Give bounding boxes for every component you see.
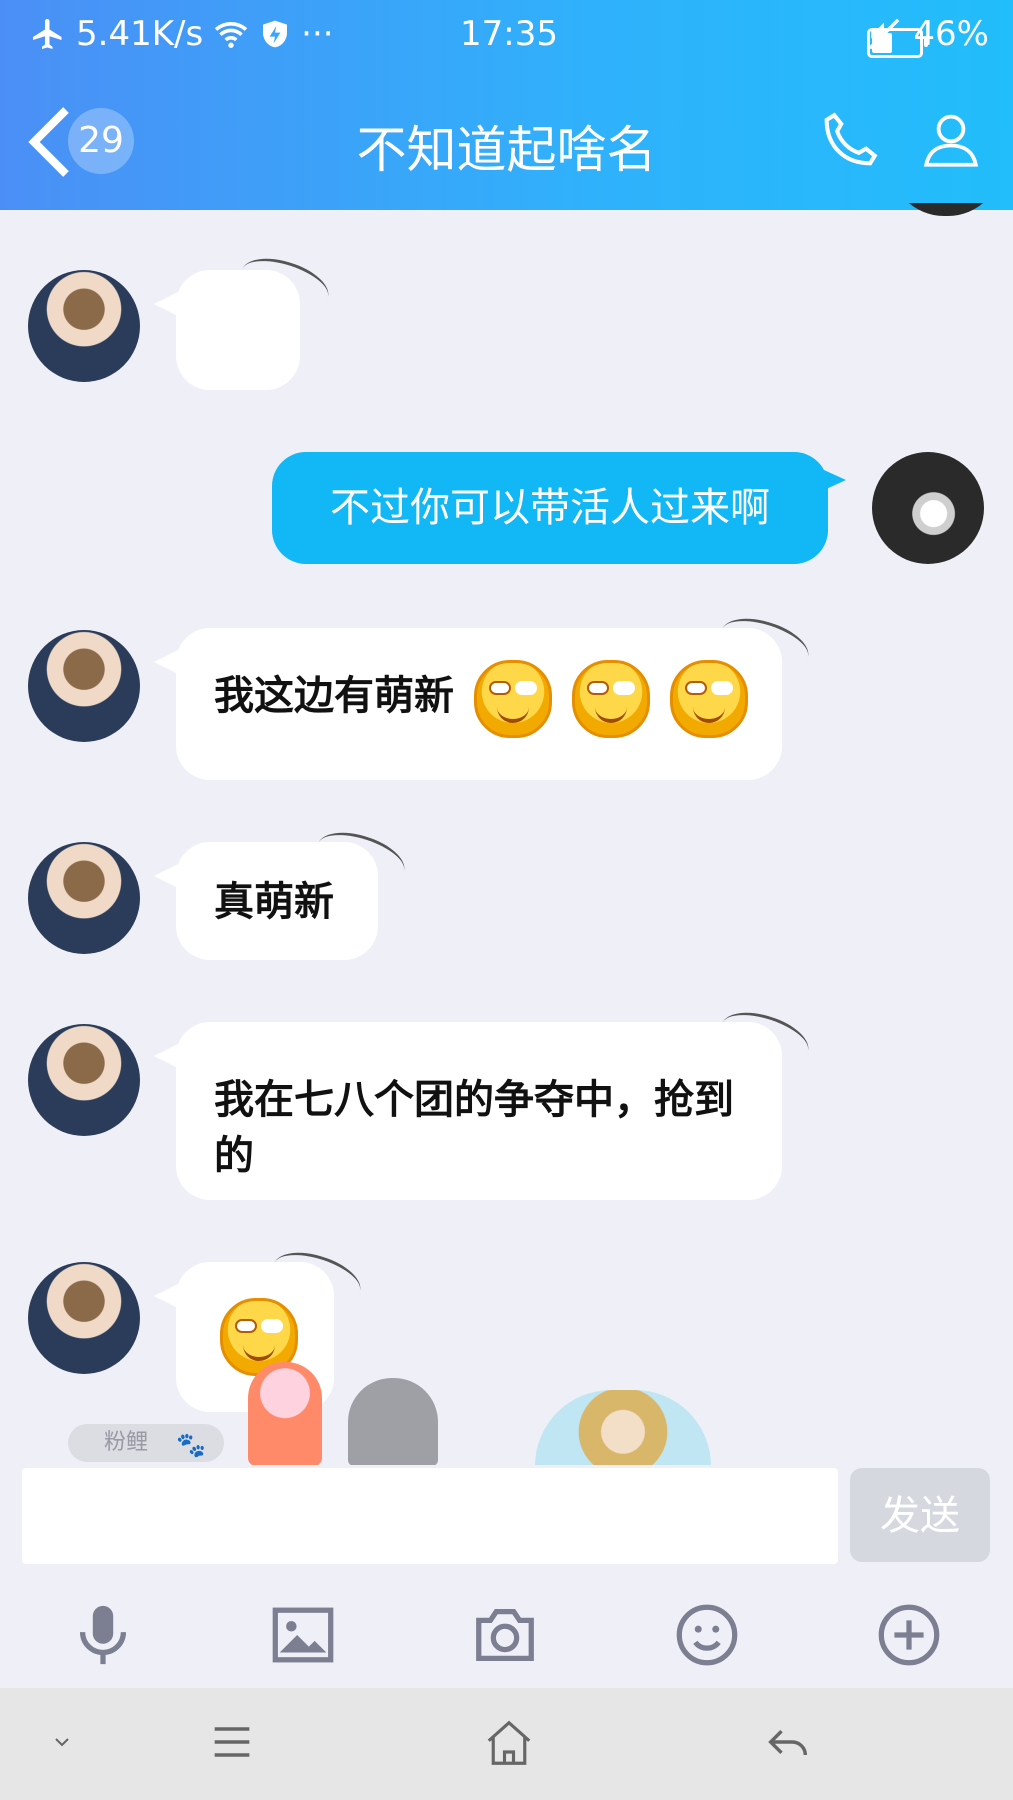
contact-avatar[interactable] xyxy=(28,630,140,742)
contact-avatar[interactable] xyxy=(28,1024,140,1136)
phone-icon[interactable] xyxy=(815,105,885,175)
paw-icon: 🐾 xyxy=(176,1431,206,1459)
gray-figure-pendant[interactable] xyxy=(348,1378,438,1466)
profile-icon[interactable] xyxy=(918,105,984,175)
message-input[interactable] xyxy=(22,1468,838,1564)
nav-bar: 29 不知道起啥名 xyxy=(0,80,1013,200)
contact-avatar[interactable] xyxy=(28,1262,140,1374)
fairy-character-pendant[interactable] xyxy=(535,1390,711,1466)
chevron-down-icon[interactable] xyxy=(46,1730,78,1754)
fish-mascot-pendant[interactable] xyxy=(248,1362,322,1466)
message-bubble[interactable]: 我这边有萌新 xyxy=(154,628,782,780)
clock: 17:35 xyxy=(460,14,558,54)
contact-avatar[interactable] xyxy=(28,270,140,382)
shield-icon xyxy=(263,20,288,48)
plus-icon[interactable] xyxy=(874,1600,944,1670)
emoji-icon[interactable] xyxy=(672,1600,742,1670)
system-nav-bar xyxy=(0,1688,1013,1800)
smirk-emoji-icon xyxy=(571,660,650,738)
my-message-bubble[interactable]: 不过你可以带活人过来啊 xyxy=(272,452,846,564)
wifi-icon xyxy=(214,22,248,48)
send-button[interactable]: 发送 xyxy=(850,1468,990,1562)
menu-icon[interactable] xyxy=(206,1716,258,1768)
pet-tag[interactable]: 粉鲤 🐾 xyxy=(68,1424,224,1462)
battery-percent: 46% xyxy=(913,14,989,54)
network-speed: 5.41K/s xyxy=(76,14,204,54)
airplane-mode-icon xyxy=(33,19,62,49)
contact-avatar[interactable] xyxy=(28,842,140,954)
more-dots: ··· xyxy=(301,14,334,54)
status-bar: 5.41K/s ··· 17:35 46% xyxy=(0,0,1013,72)
message-bubble[interactable]: 我在七八个团的争夺中，抢到的 xyxy=(154,1022,782,1200)
back-arrow-icon[interactable] xyxy=(762,1716,814,1768)
camera-icon[interactable] xyxy=(470,1600,540,1670)
chat-header: 5.41K/s ··· 17:35 46% 29 不知道起啥名 xyxy=(0,0,1013,210)
image-icon[interactable] xyxy=(268,1600,338,1670)
smirk-emoji-icon xyxy=(669,660,748,738)
home-icon[interactable] xyxy=(482,1716,536,1770)
battery-icon xyxy=(867,28,929,58)
my-avatar[interactable] xyxy=(872,452,984,564)
smirk-emoji-icon xyxy=(473,660,552,738)
microphone-icon[interactable] xyxy=(68,1600,138,1670)
